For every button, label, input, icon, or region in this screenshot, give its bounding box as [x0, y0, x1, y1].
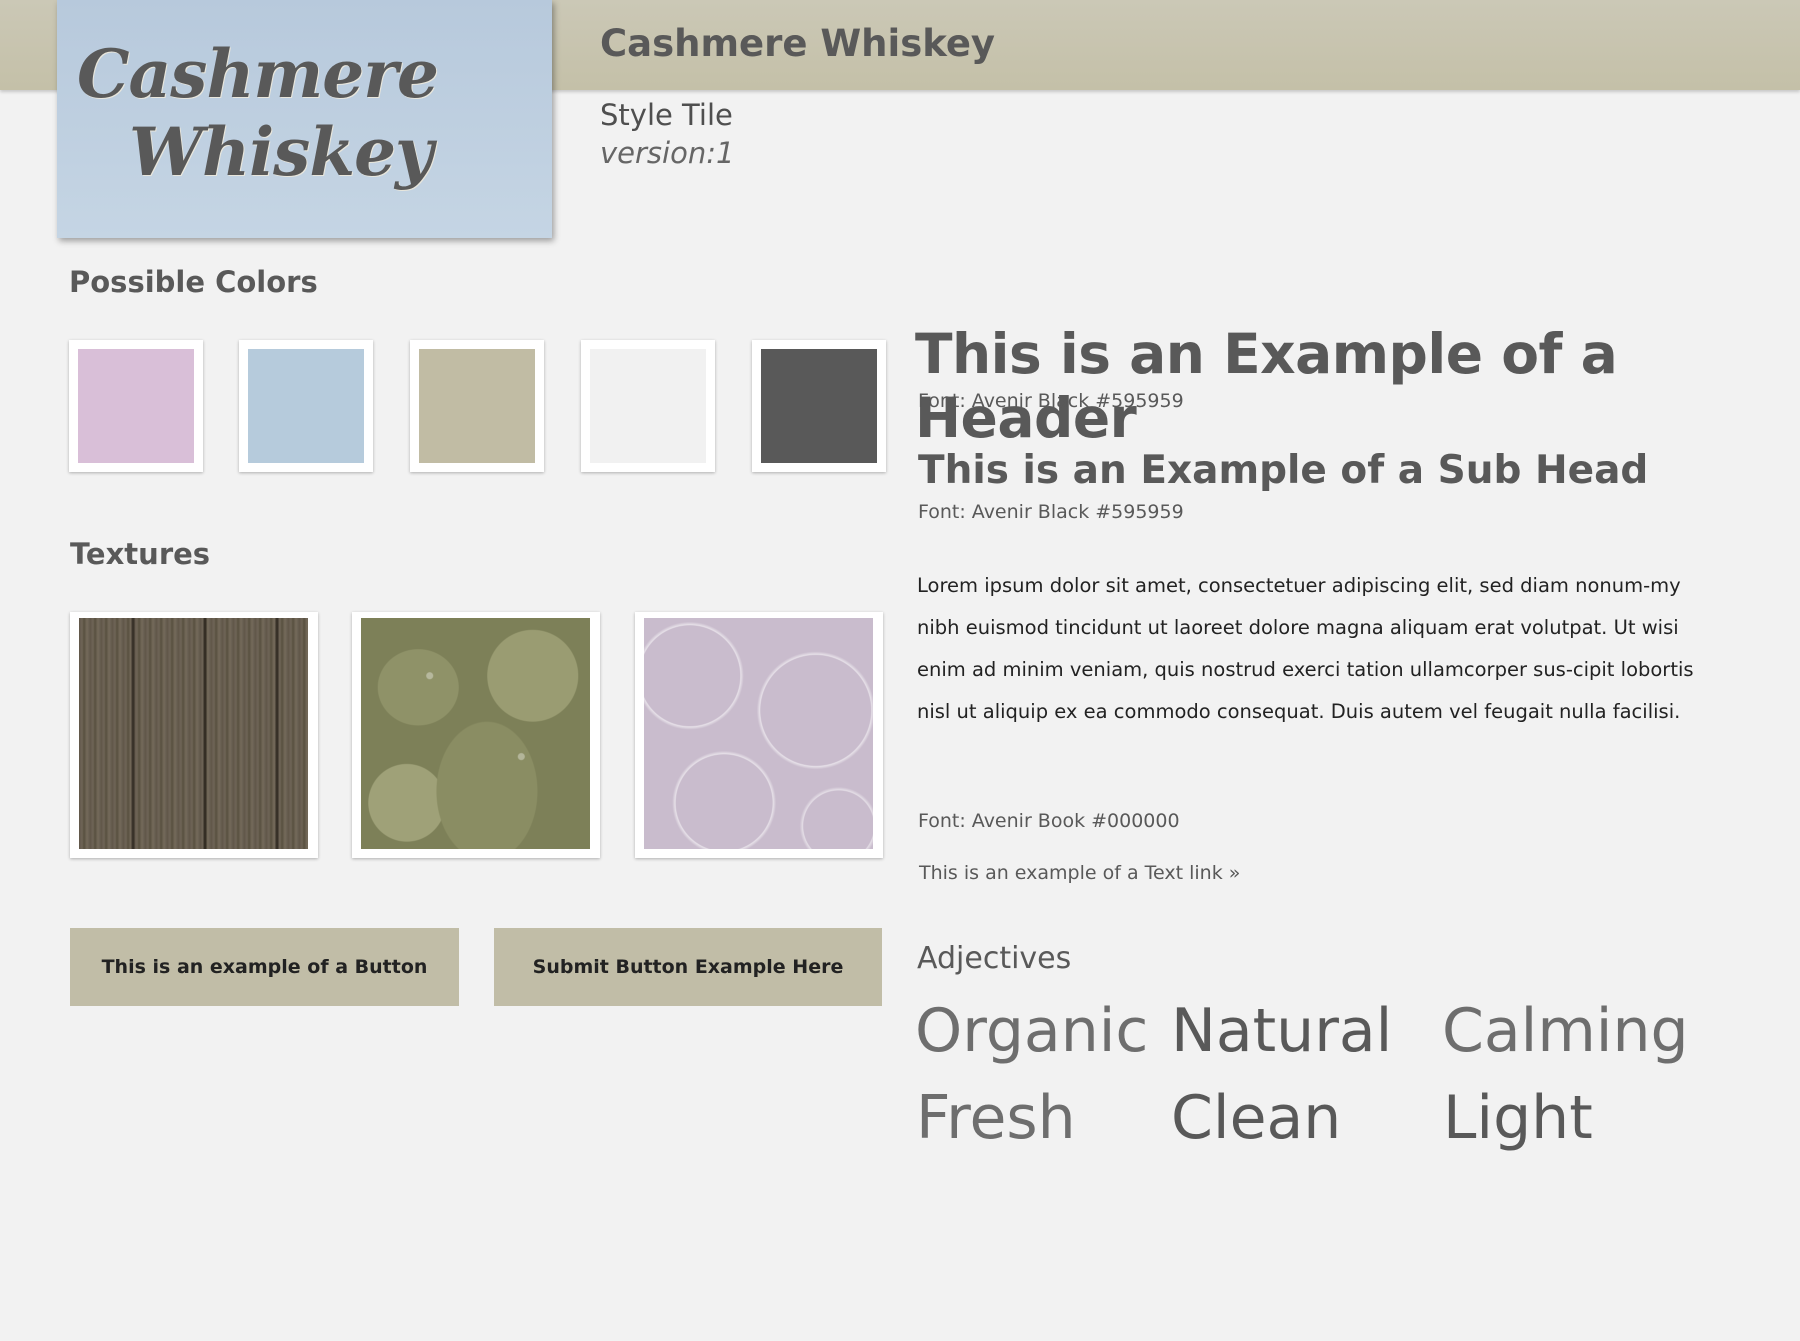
color-swatch: [239, 340, 373, 472]
example-text-link[interactable]: This is an example of a Text link »: [919, 862, 1240, 884]
submit-button[interactable]: Submit Button Example Here: [494, 928, 882, 1006]
color-swatch-fill: [590, 349, 706, 463]
adjectives-title: Adjectives: [917, 941, 1072, 976]
example-button[interactable]: This is an example of a Button: [70, 928, 459, 1006]
logo-wordmark: Cashmere Whiskey: [77, 35, 537, 191]
adjective-word: Light: [1443, 1083, 1593, 1153]
colors-section-title: Possible Colors: [69, 265, 318, 299]
texture-tile-bubbles: [635, 612, 883, 858]
color-swatch-fill: [761, 349, 877, 463]
body-font-note: Font: Avenir Book #000000: [918, 810, 1180, 832]
logo-line-1: Cashmere: [77, 35, 439, 113]
logo: Cashmere Whiskey: [57, 0, 552, 238]
logo-line-2: Whiskey: [129, 113, 433, 191]
color-swatch: [752, 340, 886, 472]
color-swatch-fill: [78, 349, 194, 463]
header-font-note: Font: Avenir Black #595959: [918, 390, 1184, 412]
color-swatch-fill: [419, 349, 535, 463]
page-title: Cashmere Whiskey: [600, 22, 996, 65]
subhead-example: This is an Example of a Sub Head: [918, 448, 1649, 493]
body-text-example: Lorem ipsum dolor sit amet, consectetuer…: [917, 574, 1694, 723]
color-swatch-fill: [248, 349, 364, 463]
adjective-word: Fresh: [916, 1083, 1076, 1153]
color-swatch: [410, 340, 544, 472]
adjective-word: Clean: [1171, 1083, 1342, 1153]
leaves-texture: [361, 618, 590, 849]
version-label: version:1: [600, 136, 735, 170]
subhead-font-note: Font: Avenir Black #595959: [918, 501, 1184, 523]
texture-tile-wood: [70, 612, 318, 858]
texture-tile-leaves: [352, 612, 600, 858]
header-example: This is an Example of a Header: [915, 322, 1618, 450]
color-swatch: [581, 340, 715, 472]
wood-texture: [79, 618, 308, 849]
adjective-word: Organic: [915, 996, 1149, 1066]
style-tile-label: Style Tile: [600, 98, 733, 132]
adjective-word: Calming: [1442, 996, 1689, 1066]
bubbles-texture: [644, 618, 873, 849]
color-swatch: [69, 340, 203, 472]
adjective-word: Natural: [1171, 996, 1393, 1066]
textures-section-title: Textures: [70, 537, 211, 571]
